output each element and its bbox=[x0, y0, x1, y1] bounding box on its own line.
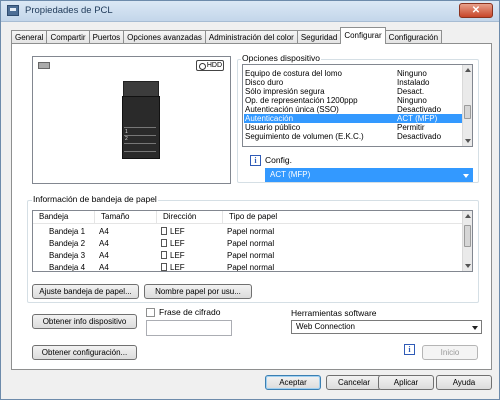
user-paper-name-button[interactable]: Nombre papel por usu... bbox=[144, 284, 252, 299]
chevron-down-icon bbox=[472, 326, 478, 330]
cancel-button[interactable]: Cancelar bbox=[326, 375, 382, 390]
tab-configuracion[interactable]: Configuración bbox=[384, 30, 443, 44]
info-icon: i bbox=[404, 344, 415, 355]
hdd-icon: HDD bbox=[196, 60, 224, 71]
table-row[interactable]: Bandeja 1 A4 LEF Papel normal bbox=[33, 226, 463, 238]
window-title: Propiedades de PCL bbox=[25, 5, 113, 16]
software-tools-dropdown[interactable]: Web Connection bbox=[291, 320, 482, 334]
column-header-direction[interactable]: Dirección bbox=[157, 211, 223, 223]
adjust-paper-tray-button[interactable]: Ajuste bandeja de papel... bbox=[32, 284, 139, 299]
scroll-down-icon[interactable] bbox=[465, 139, 471, 143]
table-row[interactable]: Bandeja 3 A4 LEF Papel normal bbox=[33, 250, 463, 262]
info-icon: i bbox=[250, 155, 261, 166]
scroll-up-icon[interactable] bbox=[465, 68, 471, 72]
paper-orientation-icon bbox=[161, 251, 167, 259]
column-header-paper-type[interactable]: Tipo de papel bbox=[223, 211, 463, 223]
column-header-tray[interactable]: Bandeja bbox=[33, 211, 95, 223]
disk-icon bbox=[199, 63, 206, 70]
get-device-info-button[interactable]: Obtener info dispositivo bbox=[32, 314, 137, 329]
tab-opciones-avanzadas[interactable]: Opciones avanzadas bbox=[123, 30, 206, 44]
table-row[interactable]: Bandeja 4 A4 LEF Papel normal bbox=[33, 262, 463, 271]
close-button[interactable]: ✕ bbox=[459, 3, 493, 18]
encryption-checkbox[interactable] bbox=[146, 308, 155, 317]
finisher-icon bbox=[38, 62, 50, 69]
list-item[interactable]: Op. de representación 1200ppp Ninguno bbox=[244, 96, 462, 105]
tab-configurar[interactable]: Configurar bbox=[340, 27, 386, 44]
column-header-size[interactable]: Tamaño bbox=[95, 211, 157, 223]
paper-orientation-icon bbox=[161, 263, 167, 271]
tray-line bbox=[124, 151, 156, 152]
device-options-label: Opciones dispositivo bbox=[241, 53, 321, 63]
list-item[interactable]: Sólo impresión segura Desact. bbox=[244, 87, 462, 96]
tray-table-scrollbar[interactable] bbox=[462, 211, 472, 271]
hdd-label: HDD bbox=[206, 62, 222, 69]
title-bar: Propiedades de PCL ✕ bbox=[1, 1, 499, 22]
table-row[interactable]: Bandeja 2 A4 LEF Papel normal bbox=[33, 238, 463, 250]
tab-administracion-color[interactable]: Administración del color bbox=[204, 30, 298, 44]
paper-tray-label: Información de bandeja de papel bbox=[32, 194, 158, 204]
tab-compartir[interactable]: Compartir bbox=[46, 30, 90, 44]
tab-seguridad[interactable]: Seguridad bbox=[296, 30, 342, 44]
tab-general[interactable]: General bbox=[11, 30, 48, 44]
apply-button[interactable]: Aplicar bbox=[378, 375, 434, 390]
paper-orientation-icon bbox=[161, 239, 167, 247]
scroll-up-icon[interactable] bbox=[465, 214, 471, 218]
list-item[interactable]: Autenticación única (SSO) Desactivado bbox=[244, 105, 462, 114]
printer-scanner-icon bbox=[123, 81, 159, 97]
scroll-down-icon[interactable] bbox=[465, 264, 471, 268]
device-options-list[interactable]: Equipo de costura del lomo Ninguno Disco … bbox=[242, 64, 473, 147]
scroll-thumb[interactable] bbox=[464, 105, 471, 119]
printer-tray-numbers: 12 bbox=[125, 129, 128, 142]
help-button[interactable]: Ayuda bbox=[436, 375, 492, 390]
scroll-thumb[interactable] bbox=[464, 225, 471, 247]
tab-puertos[interactable]: Puertos bbox=[88, 30, 125, 44]
config-dropdown[interactable]: ACT (MFP) bbox=[265, 168, 473, 182]
list-item[interactable]: Disco duro Instalado bbox=[244, 78, 462, 87]
printer-app-icon bbox=[7, 5, 19, 16]
list-item[interactable]: Seguimiento de volumen (E.K.C.) Desactiva… bbox=[244, 132, 462, 141]
list-item-selected[interactable]: Autenticación ACT (MFP) bbox=[244, 114, 462, 123]
printer-image bbox=[122, 96, 160, 159]
properties-window: Propiedades de PCL ✕ General Compartir P… bbox=[0, 0, 500, 400]
list-item[interactable]: Equipo de costura del lomo Ninguno bbox=[244, 69, 462, 78]
list-item[interactable]: Usuario público Permitir bbox=[244, 123, 462, 132]
config-label: Config. bbox=[265, 155, 292, 165]
ok-button[interactable]: Aceptar bbox=[265, 375, 321, 390]
paper-tray-table[interactable]: Bandeja Tamaño Dirección Tipo de papel B… bbox=[32, 210, 473, 272]
paper-orientation-icon bbox=[161, 227, 167, 235]
start-button[interactable]: Inicio bbox=[422, 345, 478, 360]
get-configuration-button[interactable]: Obtener configuración... bbox=[32, 345, 137, 360]
table-header: Bandeja Tamaño Dirección Tipo de papel bbox=[33, 211, 463, 224]
tray-line bbox=[124, 143, 156, 144]
encryption-field[interactable] bbox=[146, 320, 232, 336]
encryption-label: Frase de cifrado bbox=[159, 307, 221, 317]
options-scrollbar[interactable] bbox=[462, 65, 472, 146]
chevron-down-icon bbox=[463, 174, 469, 178]
software-tools-label: Herramientas software bbox=[291, 308, 377, 318]
tab-strip: General Compartir Puertos Opciones avanz… bbox=[11, 27, 443, 44]
tray-line bbox=[124, 127, 156, 128]
